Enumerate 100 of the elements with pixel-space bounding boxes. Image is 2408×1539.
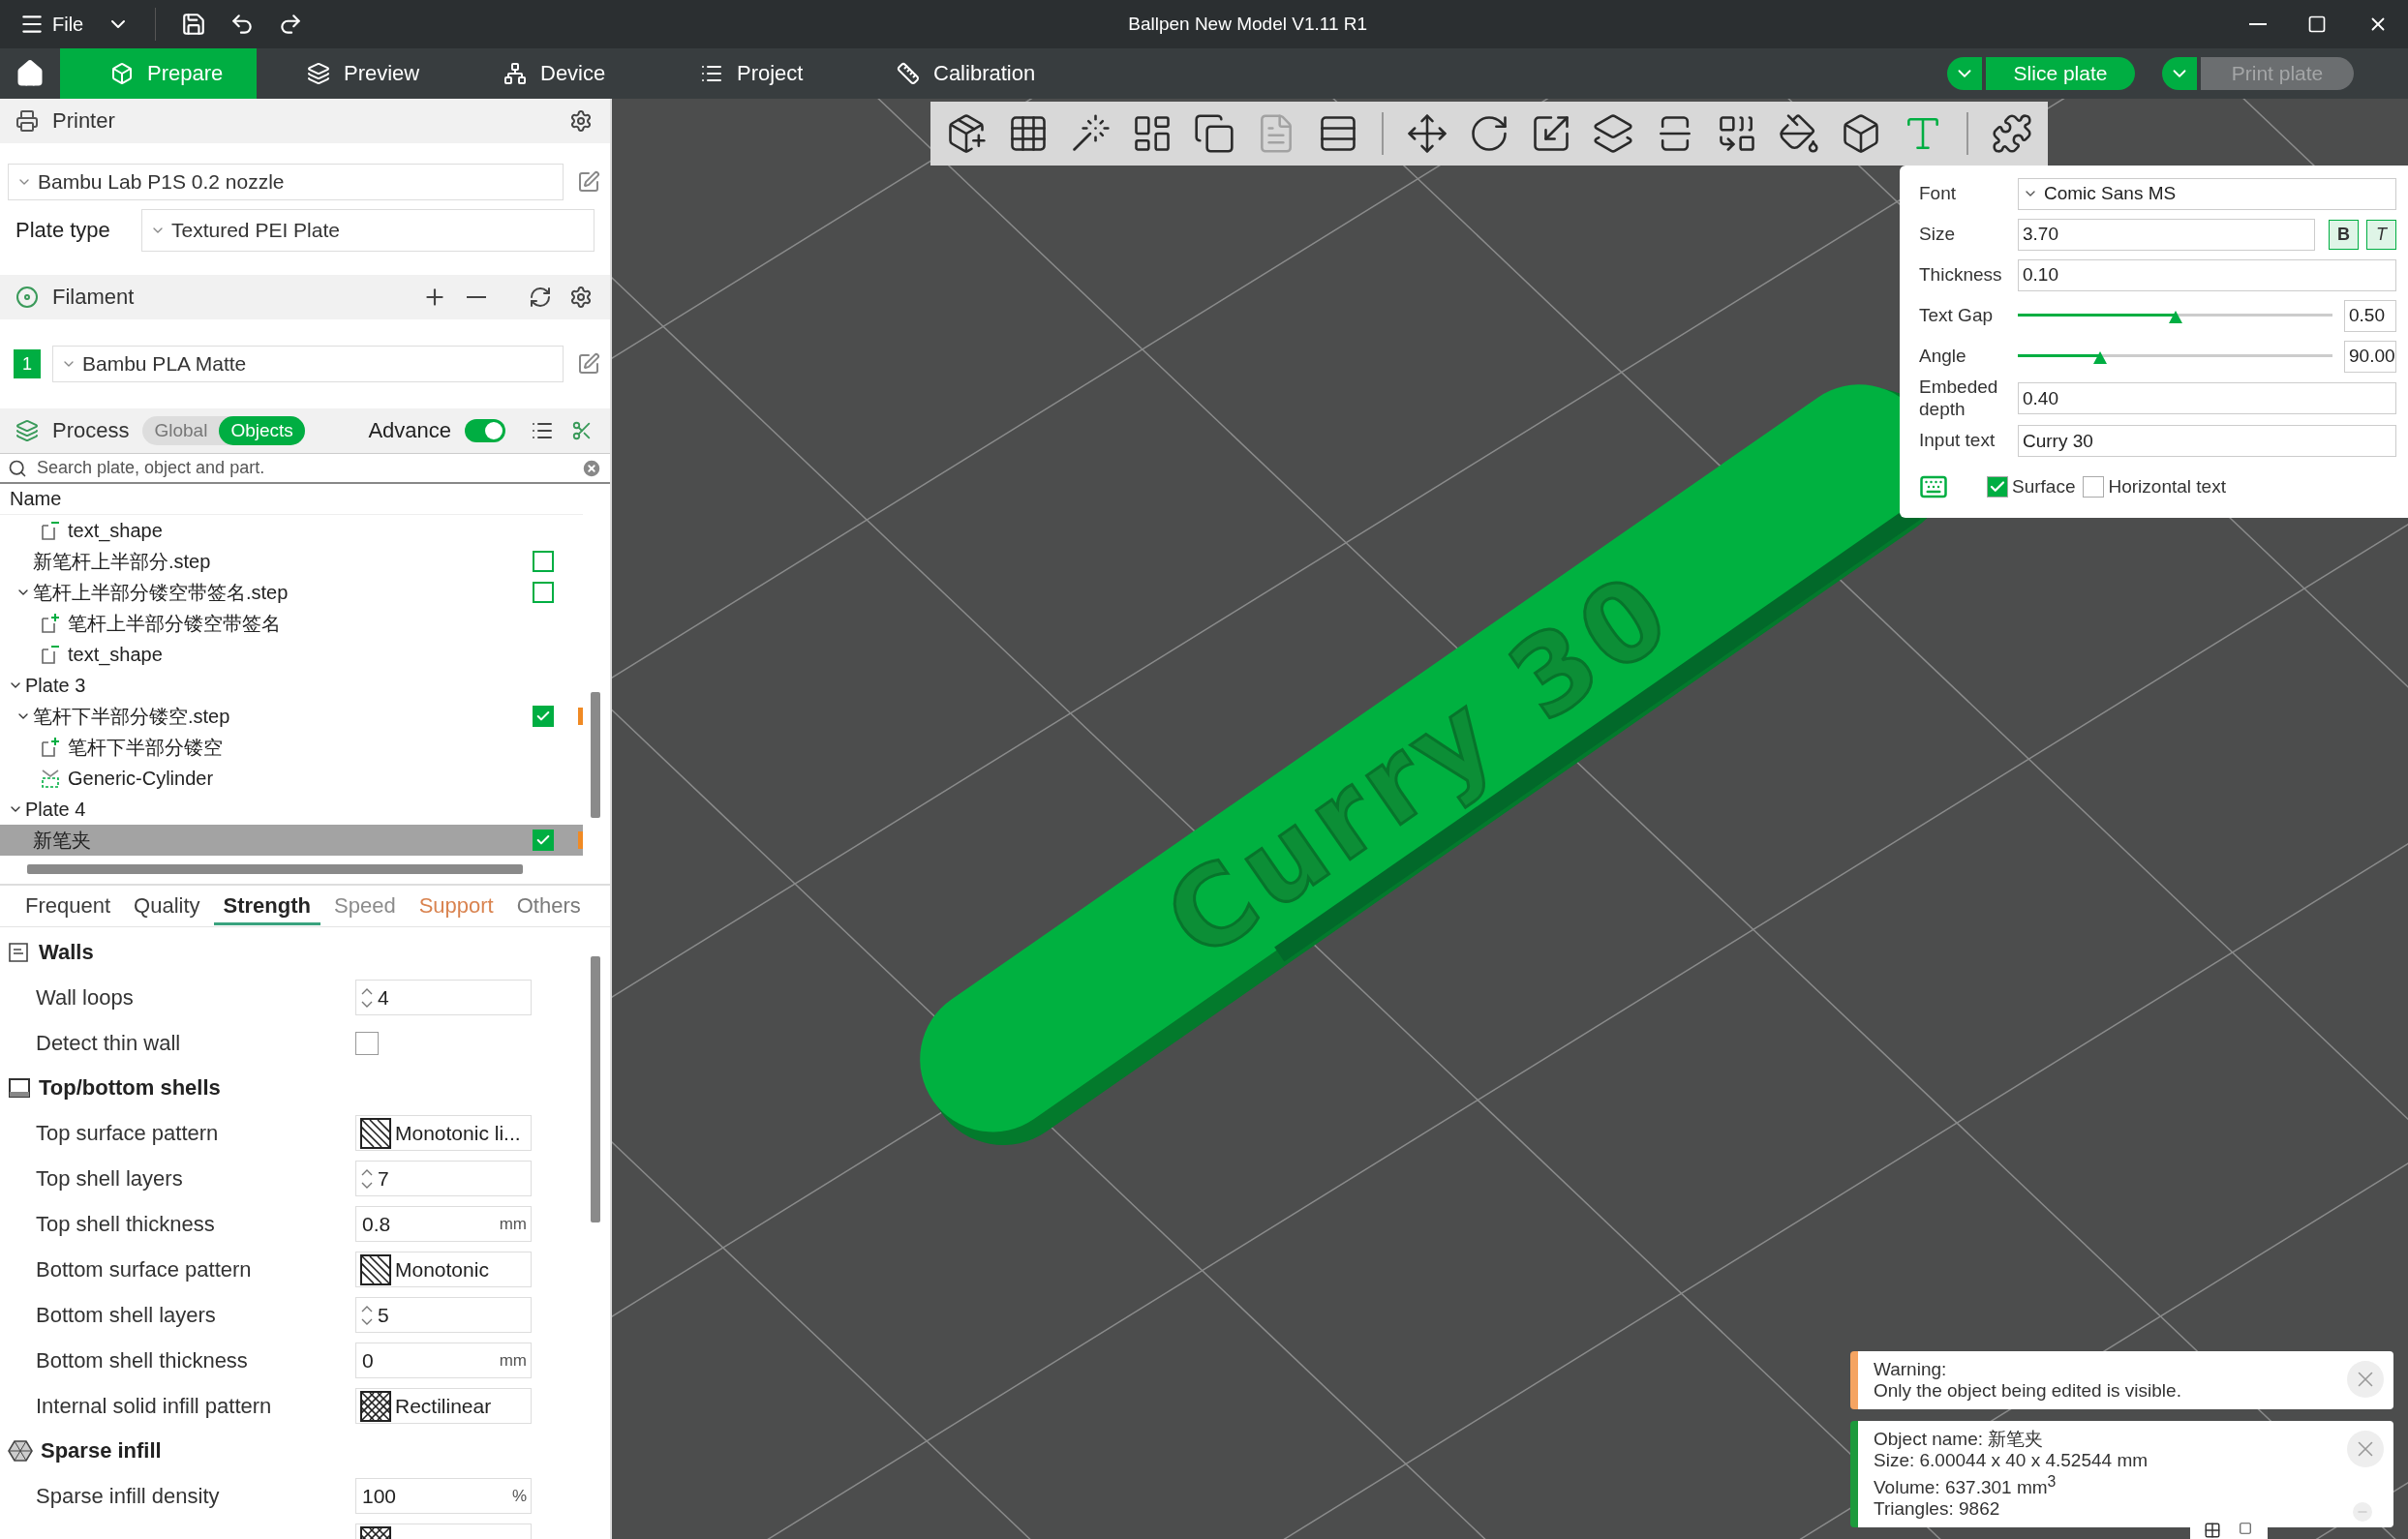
unit-label: mm xyxy=(499,1214,527,1234)
number-field[interactable]: 5 xyxy=(355,1297,532,1333)
input-field[interactable]: 0.40 xyxy=(2018,382,2396,415)
ruler-icon xyxy=(897,62,920,85)
tree-row[interactable]: Generic-Cylinder xyxy=(0,763,583,794)
input-field[interactable]: Curry 30 xyxy=(2018,425,2396,458)
input-field[interactable]: 90.00 xyxy=(2344,340,2396,373)
nav-tab[interactable]: Device xyxy=(453,48,650,99)
tree-row[interactable]: 新笔夹 xyxy=(0,825,583,856)
input-field[interactable]: 3.70 xyxy=(2018,218,2315,251)
group-title: Walls xyxy=(39,940,94,965)
tree-row[interactable]: 笔杆上半部分镂空带签名 xyxy=(0,608,583,639)
nav-tab[interactable]: Project xyxy=(650,48,846,99)
scissors-icon xyxy=(571,420,593,441)
setting-label: Top surface pattern xyxy=(36,1120,220,1146)
number-field[interactable]: 0 mm xyxy=(355,1343,532,1378)
minimize-icon xyxy=(2249,23,2267,25)
tree-row[interactable]: 笔杆下半部分镂空.step xyxy=(0,701,583,732)
nav-tab[interactable]: Calibration xyxy=(846,48,1043,99)
tree-label: 笔杆上半部分镂空带签名.step xyxy=(33,580,289,605)
clear-icon[interactable] xyxy=(581,457,602,479)
maximize-icon xyxy=(2307,15,2327,34)
pattern-select[interactable]: Monotonic xyxy=(355,1252,532,1287)
field-value: 0 xyxy=(361,1348,374,1373)
notification-text: Object name: 新笔夹 xyxy=(1874,1428,2045,1450)
unit-label: mm xyxy=(499,1350,527,1371)
field-label: Plate type xyxy=(15,218,111,243)
settings-tab[interactable]: Others xyxy=(506,887,591,925)
advance-switch[interactable] xyxy=(465,419,505,442)
style-toggle[interactable]: B xyxy=(2329,219,2359,250)
tree-row[interactable]: 新笔杆上半部分.step xyxy=(0,546,583,577)
vertical-scrollbar[interactable] xyxy=(591,692,600,818)
filament-swatch: 1 xyxy=(14,349,41,378)
notification-text: Warning: xyxy=(1874,1358,1948,1380)
sync-icon xyxy=(529,286,552,309)
pattern-icon xyxy=(360,1117,391,1149)
settings-icon xyxy=(569,286,593,309)
setting-label: Bottom shell thickness xyxy=(36,1347,249,1373)
tree-label: 笔杆上半部分镂空带签名 xyxy=(68,611,281,636)
copy-icon xyxy=(1193,112,1235,155)
minus-icon xyxy=(467,296,486,298)
checkbox[interactable] xyxy=(1987,475,2008,498)
text-part-icon xyxy=(41,644,60,665)
dropdown-button[interactable] xyxy=(2162,57,2197,90)
printer-icon xyxy=(15,109,39,133)
tree-label: Generic-Cylinder xyxy=(68,767,214,790)
dropdown-button[interactable] xyxy=(1947,57,1982,90)
horizontal-scrollbar[interactable] xyxy=(27,864,523,874)
grid-icon[interactable] xyxy=(2204,1522,2221,1539)
number-field[interactable]: 0.8 mm xyxy=(355,1206,532,1242)
number-field[interactable]: 4 xyxy=(355,980,532,1015)
bands-icon xyxy=(8,1077,31,1099)
layers-icon xyxy=(307,62,330,85)
tree-row[interactable]: 笔杆上半部分镂空带签名.step xyxy=(0,577,583,608)
checkbox[interactable] xyxy=(533,582,554,603)
field-value: 4 xyxy=(378,985,389,1010)
checkbox[interactable] xyxy=(533,706,554,727)
search-field[interactable]: Search plate, object and part. xyxy=(35,457,573,479)
tree-label: text_shape xyxy=(68,519,163,542)
checkbox[interactable] xyxy=(355,1031,379,1055)
file-menu[interactable]: File xyxy=(8,3,96,45)
settings-tab[interactable]: Frequent xyxy=(15,887,121,925)
printer-select[interactable]: Bambu Lab P1S 0.2 nozzle xyxy=(8,164,564,200)
slider-thumb[interactable] xyxy=(2168,311,2182,323)
checkbox-label: Surface xyxy=(2012,475,2076,498)
tree-row[interactable]: text_shape xyxy=(0,639,583,670)
number-field[interactable]: 100 % xyxy=(355,1478,532,1514)
plate-type-select[interactable]: Textured PEI Plate xyxy=(141,209,594,252)
unit-label: % xyxy=(511,1486,527,1506)
style-toggle[interactable]: T xyxy=(2366,219,2396,250)
cube-icon xyxy=(110,62,134,85)
square-icon[interactable] xyxy=(2239,1522,2252,1535)
notification-text: Volume: 637.301 mm$^{3}$ xyxy=(1874,1471,2057,1498)
filament-select[interactable]: Bambu PLA Matte xyxy=(52,346,564,382)
move-icon xyxy=(1406,112,1448,155)
tree-label: 新笔夹 xyxy=(33,828,91,853)
window-title: Ballpen New Model V1.11 R1 xyxy=(1128,14,1368,35)
pattern-select[interactable]: Rectilinear xyxy=(355,1388,532,1424)
tree-row[interactable]: text_shape xyxy=(0,515,583,546)
font-select[interactable]: Comic Sans MS xyxy=(2018,177,2396,210)
input-field[interactable]: 0.50 xyxy=(2344,299,2396,332)
search-icon xyxy=(8,458,27,478)
input-field[interactable]: 0.10 xyxy=(2018,258,2396,291)
number-field[interactable]: 7 xyxy=(355,1161,532,1196)
tree-row[interactable]: Plate 3 xyxy=(0,670,583,701)
settings-tab[interactable]: Strength xyxy=(213,887,320,925)
tree-row[interactable]: 笔杆下半部分镂空 xyxy=(0,732,583,763)
field-value: Rectilinear xyxy=(395,1394,492,1418)
hexagon-icon xyxy=(8,1439,33,1463)
pattern-select[interactable]: Monotonic li... xyxy=(355,1115,532,1151)
slider-thumb[interactable] xyxy=(2092,351,2107,364)
modifier-icon xyxy=(41,768,60,789)
checkbox[interactable] xyxy=(533,830,554,851)
checkbox[interactable] xyxy=(2083,475,2105,498)
checkbox[interactable] xyxy=(533,551,554,572)
nav-tab[interactable]: Preview xyxy=(257,48,453,99)
settings-tab[interactable]: Quality xyxy=(124,887,210,925)
tree-row[interactable]: Plate 4 xyxy=(0,794,583,825)
pattern-icon xyxy=(360,1390,391,1422)
vertical-scrollbar[interactable] xyxy=(591,956,600,1222)
